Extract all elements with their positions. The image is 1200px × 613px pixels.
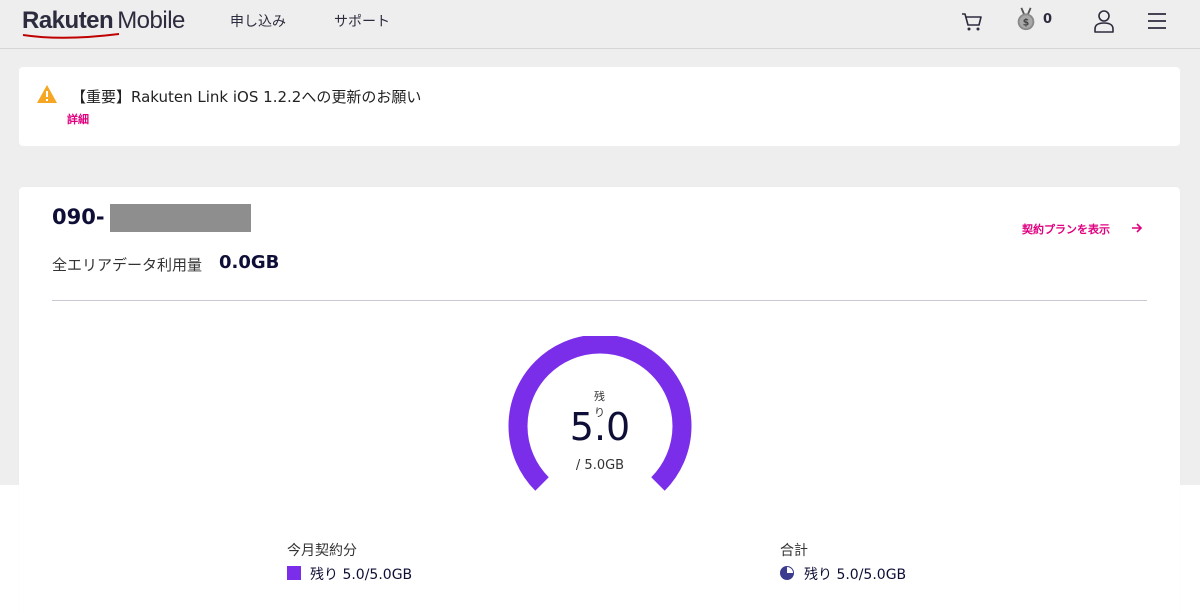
- nav-apply[interactable]: 申し込み: [230, 11, 286, 31]
- pie-chart-icon: [780, 566, 794, 580]
- divider: [52, 300, 1147, 301]
- points-medal-icon[interactable]: $: [1014, 6, 1038, 32]
- rakuten-mobile-logo[interactable]: Rakuten Mobile: [22, 7, 185, 39]
- legend-total-title: 合計: [780, 543, 808, 559]
- legend-monthly-value: 残り 5.0/5.0GB: [310, 567, 413, 583]
- cart-icon[interactable]: [959, 8, 983, 34]
- phone-number: 090-: [52, 205, 105, 229]
- legend-monthly-title: 今月契約分: [287, 543, 357, 559]
- logo-sub-text: Mobile: [117, 7, 185, 34]
- view-plan-link[interactable]: 契約プランを表示: [1022, 221, 1110, 237]
- data-usage-card: 090- 契約プランを表示 全エリアデータ利用量 0.0GB 残り 5.0 / …: [19, 187, 1180, 613]
- notice-detail-link[interactable]: 詳細: [67, 111, 89, 127]
- hamburger-menu-icon[interactable]: [1145, 8, 1169, 34]
- gauge-value: 5.0: [569, 405, 631, 449]
- logo-main-text: Rakuten: [22, 7, 114, 34]
- usage-value: 0.0GB: [219, 252, 280, 273]
- important-notice: 【重要】Rakuten Link iOS 1.2.2への更新のお願い 詳細: [19, 67, 1180, 146]
- logo-swoosh-icon: [23, 33, 119, 39]
- points-count: 0: [1043, 12, 1053, 27]
- notice-title: 【重要】Rakuten Link iOS 1.2.2への更新のお願い: [71, 88, 422, 106]
- legend-monthly-swatch: [287, 566, 301, 580]
- arrow-right-icon[interactable]: [1131, 222, 1143, 234]
- legend-total-value: 残り 5.0/5.0GB: [804, 567, 907, 583]
- gauge-total: / 5.0GB: [575, 458, 625, 473]
- top-header: Rakuten Mobile 申し込み サポート $ 0: [0, 0, 1200, 49]
- usage-label: 全エリアデータ利用量: [52, 256, 203, 274]
- warning-icon: [37, 85, 57, 103]
- nav-support[interactable]: サポート: [334, 11, 390, 31]
- phone-number-redaction: [110, 204, 251, 232]
- user-account-icon[interactable]: [1092, 8, 1116, 34]
- svg-text:$: $: [1023, 18, 1029, 29]
